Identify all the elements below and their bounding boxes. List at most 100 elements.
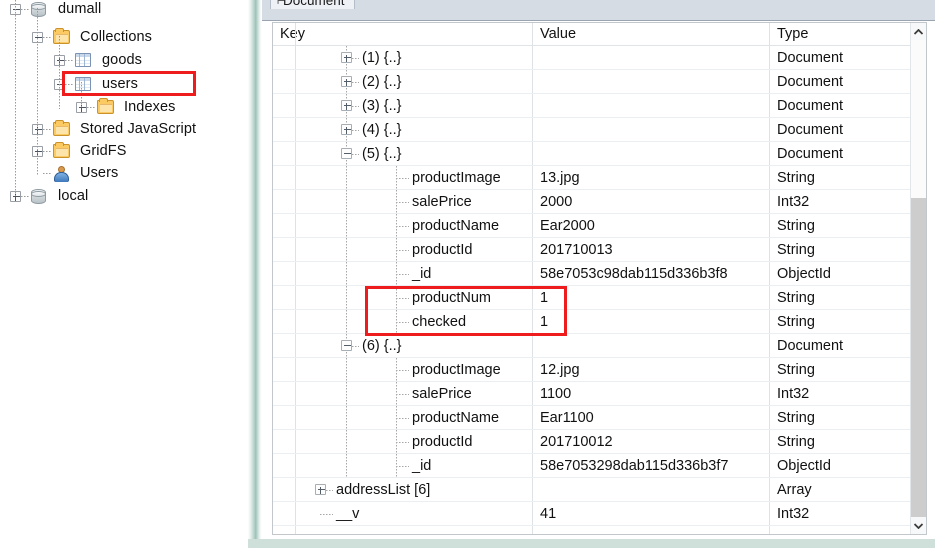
document-pane: ⌐Document Key Value Type (1) {..} Documen… <box>262 0 935 548</box>
mongodb-client-window: dumall Collections goods users Indexes Stored… <box>0 0 935 548</box>
cell-key: _id <box>412 458 432 474</box>
cell-type: Array <box>777 482 812 498</box>
expand-icon[interactable] <box>341 76 352 87</box>
cell-type: Document <box>777 50 844 66</box>
expand-icon[interactable] <box>315 484 326 495</box>
grid-connector <box>396 274 409 275</box>
tree-item-label: goods <box>102 52 143 68</box>
table-row[interactable]: productId 201710012 String <box>273 430 926 454</box>
table-row[interactable]: productImage 13.jpg String <box>273 166 926 190</box>
cell-key: (4) {..} <box>362 122 402 138</box>
scrollbar-up-button[interactable] <box>911 23 926 40</box>
grid-guide-line <box>346 358 347 382</box>
grid-guide-line <box>346 430 347 454</box>
table-row[interactable]: _id 58e7053298dab115d336b3f7 ObjectId <box>273 454 926 478</box>
tree-item-label: dumall <box>58 1 102 17</box>
column-header-key[interactable]: Key <box>273 23 533 46</box>
cell-type: String <box>777 170 815 186</box>
cell-value <box>533 46 540 70</box>
cell-value: 58e7053298dab115d336b3f7 <box>540 458 729 474</box>
tree-guide-line <box>81 82 82 107</box>
tree-connector <box>87 107 96 108</box>
cell-type: String <box>777 314 815 330</box>
database-icon <box>31 2 46 17</box>
pane-splitter[interactable] <box>248 0 262 548</box>
table-row[interactable]: addressList [6] Array <box>273 478 926 502</box>
database-tree-pane[interactable]: dumall Collections goods users Indexes Stored… <box>0 0 248 548</box>
grid-guide-line <box>346 166 347 190</box>
cell-type: String <box>777 290 815 306</box>
cell-value: 2000 <box>540 194 573 210</box>
table-row[interactable]: productName Ear1100 String <box>273 406 926 430</box>
cell-key: __v <box>336 506 360 522</box>
window-bottom-edge <box>248 539 935 548</box>
collection-icon <box>75 53 91 67</box>
cell-type: Document <box>777 146 844 162</box>
chevron-up-icon <box>914 28 923 35</box>
cell-value: 13.jpg <box>540 170 580 186</box>
tree-guide-line <box>59 36 60 109</box>
grid-guide-line <box>346 238 347 262</box>
tree-connector <box>65 84 74 85</box>
cell-key: salePrice <box>412 386 472 402</box>
table-row[interactable]: (3) {..} Document <box>273 94 926 118</box>
scrollbar-down-button[interactable] <box>911 517 926 534</box>
grid-connector <box>396 298 409 299</box>
cell-value: Ear1100 <box>540 410 594 426</box>
user-body <box>54 172 69 182</box>
column-header-value[interactable]: Value <box>533 23 770 46</box>
table-row[interactable]: checked 1 String <box>273 310 926 334</box>
column-header-type[interactable]: Type <box>770 23 910 46</box>
tree-connector <box>21 9 30 10</box>
cell-key: productId <box>412 434 473 450</box>
grid-guide-line <box>346 214 347 238</box>
grid-guide-line <box>346 286 347 310</box>
collection-icon <box>75 77 91 91</box>
table-row[interactable]: (1) {..} Document <box>273 46 926 70</box>
scrollbar-track-upper[interactable] <box>911 40 926 198</box>
tree-connector <box>43 37 52 38</box>
grid-connector <box>396 370 409 371</box>
table-row[interactable]: productName Ear2000 String <box>273 214 926 238</box>
table-row[interactable]: productImage 12.jpg String <box>273 358 926 382</box>
tree-guide-line <box>37 8 38 176</box>
cell-value <box>533 70 540 94</box>
tree-connector <box>43 129 52 130</box>
table-row[interactable]: (6) {..} Document <box>273 334 926 358</box>
expand-icon[interactable] <box>341 100 352 111</box>
tab-document-label: Document <box>283 0 345 8</box>
collapse-icon[interactable] <box>341 340 352 351</box>
cell-key: salePrice <box>412 194 472 210</box>
table-row[interactable]: __v 41 Int32 <box>273 502 926 526</box>
cell-type: String <box>777 218 815 234</box>
expand-icon[interactable] <box>341 124 352 135</box>
cell-value: 41 <box>540 506 557 522</box>
tree-connector <box>21 196 30 197</box>
collapse-icon[interactable] <box>341 148 352 159</box>
table-row[interactable]: salePrice 1100 Int32 <box>273 382 926 406</box>
table-row[interactable]: (4) {..} Document <box>273 118 926 142</box>
cell-value <box>533 334 540 358</box>
scrollbar-thumb[interactable] <box>911 198 926 528</box>
cell-value <box>533 142 540 166</box>
table-row[interactable]: productNum 1 String <box>273 286 926 310</box>
grid-body[interactable]: (1) {..} Document (2) {..} Document (3) {..}… <box>273 46 926 534</box>
tab-document[interactable]: ⌐Document <box>270 0 355 9</box>
table-row[interactable]: productId 201710013 String <box>273 238 926 262</box>
grid-guide-line <box>346 406 347 430</box>
folder-icon <box>53 28 70 44</box>
table-row[interactable]: salePrice 2000 Int32 <box>273 190 926 214</box>
table-row[interactable]: (2) {..} Document <box>273 70 926 94</box>
grid-guide-line <box>346 190 347 214</box>
grid-connector <box>396 250 409 251</box>
expand-icon[interactable] <box>341 52 352 63</box>
table-row[interactable]: _id 58e7053c98dab115d336b3f8 ObjectId <box>273 262 926 286</box>
cell-key: _id <box>412 266 432 282</box>
tree-item-label: users <box>102 76 138 92</box>
table-row[interactable]: (5) {..} Document <box>273 142 926 166</box>
cell-value <box>533 478 540 502</box>
grid-connector <box>396 322 409 323</box>
tree-item-label: Indexes <box>124 99 176 115</box>
vertical-scrollbar[interactable] <box>910 23 926 534</box>
cell-type: Int32 <box>777 506 810 522</box>
